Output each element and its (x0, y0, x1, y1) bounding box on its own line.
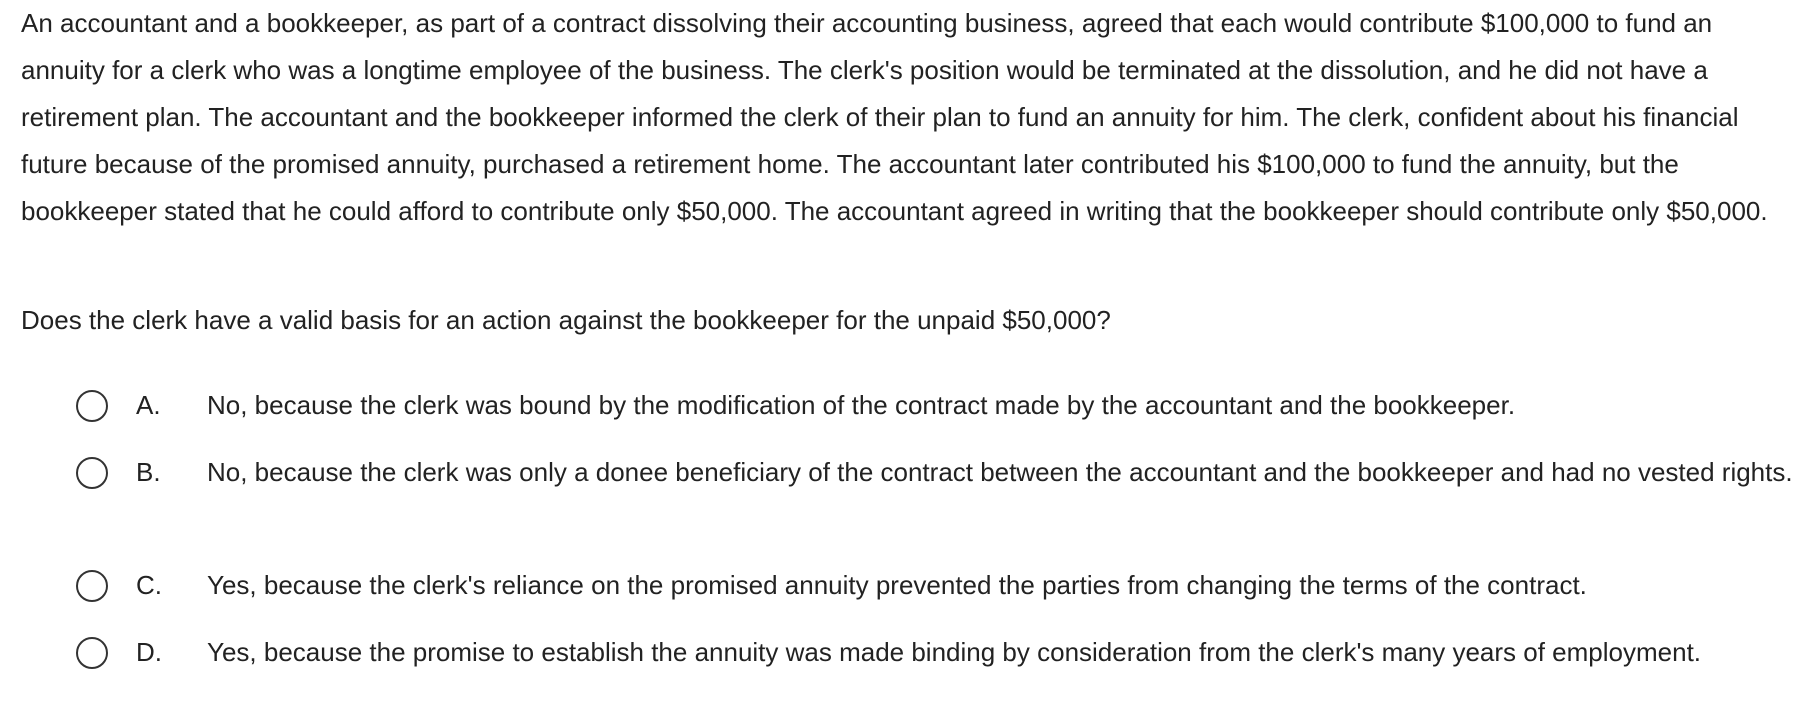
answer-choice-d[interactable]: D. Yes, because the promise to establish… (0, 629, 1805, 723)
choice-letter-c: C. (136, 570, 162, 600)
radio-button-b[interactable] (76, 457, 108, 489)
question-page: An accountant and a bookkeeper, as part … (0, 0, 1805, 713)
question-stem: An accountant and a bookkeeper, as part … (21, 8, 1768, 226)
question-prompt: Does the clerk have a valid basis for an… (21, 305, 1111, 335)
radio-button-c[interactable] (76, 570, 108, 602)
choice-text-a[interactable]: No, because the clerk was bound by the m… (207, 382, 1797, 429)
choice-letter-d: D. (136, 637, 162, 667)
choice-text-d[interactable]: Yes, because the promise to establish th… (207, 629, 1797, 676)
radio-button-d[interactable] (76, 637, 108, 669)
choice-text-c[interactable]: Yes, because the clerk's reliance on the… (207, 562, 1797, 609)
radio-button-a[interactable] (76, 390, 108, 422)
choice-letter-a: A. (136, 390, 161, 420)
answer-choice-c[interactable]: C. Yes, because the clerk's reliance on … (0, 562, 1805, 609)
answer-choice-b[interactable]: B. No, because the clerk was only a done… (0, 449, 1805, 543)
choice-text-b[interactable]: No, because the clerk was only a donee b… (207, 449, 1797, 496)
choice-letter-b: B. (136, 457, 161, 487)
answer-choice-a[interactable]: A. No, because the clerk was bound by th… (0, 382, 1805, 429)
